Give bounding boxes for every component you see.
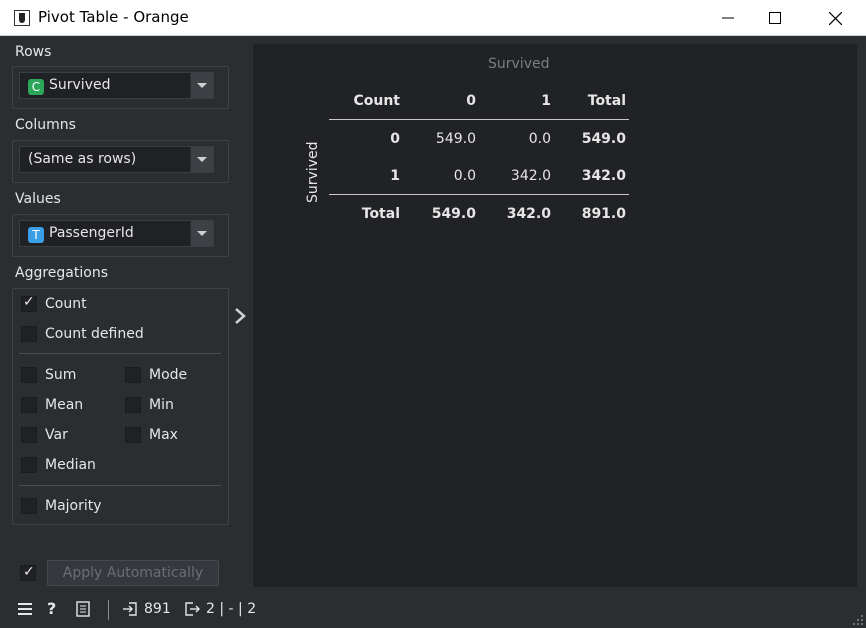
column-header: Total <box>587 93 626 109</box>
close-icon <box>828 11 842 25</box>
minimize-icon <box>722 17 734 19</box>
rows-box: C Survived <box>12 66 229 109</box>
output-icon <box>185 602 200 616</box>
aggregations-label: Aggregations <box>15 265 108 281</box>
title-bar: Pivot Table - Orange <box>0 0 866 36</box>
mean-checkbox[interactable]: Mean <box>21 395 83 415</box>
status-bar: ? 891 2 | - | 2 <box>0 596 866 628</box>
input-summary: 891 <box>122 601 171 617</box>
input-count: 891 <box>144 601 171 617</box>
maximize-button[interactable] <box>752 0 798 36</box>
row-variable-header: Survived <box>305 141 321 203</box>
row-total-cell[interactable]: 342.0 <box>573 168 626 184</box>
corner-header: Count <box>353 93 400 109</box>
categorical-variable-icon: C <box>28 79 44 95</box>
sum-checkbox[interactable]: Sum <box>21 365 76 385</box>
divider <box>19 353 221 354</box>
count-defined-checkbox[interactable]: Count defined <box>21 324 144 344</box>
menu-icon[interactable] <box>17 601 33 617</box>
column-header: 0 <box>466 93 476 109</box>
columns-combo[interactable]: (Same as rows) <box>19 146 214 173</box>
columns-selected: (Same as rows) <box>28 151 137 167</box>
output-summary: 2 | - | 2 <box>184 601 256 617</box>
values-combo[interactable]: T PassengerId <box>19 220 214 247</box>
rows-combo[interactable]: C Survived <box>19 72 214 99</box>
total-row-label: Total <box>361 206 400 222</box>
var-checkbox[interactable]: Var <box>21 425 68 445</box>
columns-box: (Same as rows) <box>12 140 229 183</box>
grand-total-cell[interactable]: 891.0 <box>573 206 626 222</box>
output-counts: 2 | - | 2 <box>206 601 257 617</box>
values-label: Values <box>15 191 61 207</box>
chevron-down-icon[interactable] <box>190 221 213 246</box>
min-checkbox[interactable]: Min <box>125 395 174 415</box>
table-cell[interactable]: 549.0 <box>423 131 476 147</box>
median-checkbox[interactable]: Median <box>21 455 96 475</box>
columns-label: Columns <box>15 117 76 133</box>
values-box: T PassengerId <box>12 214 229 257</box>
apply-automatically-button[interactable]: Apply Automatically <box>47 560 219 586</box>
chevron-down-icon[interactable] <box>190 73 213 98</box>
chevron-down-icon[interactable] <box>190 147 213 172</box>
close-button[interactable] <box>812 0 858 36</box>
window-title: Pivot Table - Orange <box>38 8 189 26</box>
table-cell[interactable]: 0.0 <box>498 131 551 147</box>
max-checkbox[interactable]: Max <box>125 425 178 445</box>
row-total-cell[interactable]: 549.0 <box>573 131 626 147</box>
report-icon[interactable] <box>76 601 90 617</box>
divider <box>19 485 221 486</box>
count-checkbox[interactable]: Count <box>21 294 87 314</box>
text-variable-icon: T <box>28 227 44 243</box>
divider <box>108 600 109 620</box>
row-header-label: 0 <box>390 131 400 147</box>
minimize-button[interactable] <box>705 0 751 36</box>
row-header-label: 1 <box>390 168 400 184</box>
control-panel: Rows C Survived Columns (Same as rows) Va… <box>0 37 246 588</box>
header-divider <box>329 119 629 120</box>
pivot-table-area: Survived Survived Count 0 1 Total 0 549.… <box>253 44 857 587</box>
table-cell[interactable]: 0.0 <box>423 168 476 184</box>
maximize-icon <box>769 12 781 24</box>
majority-checkbox[interactable]: Majority <box>21 496 102 516</box>
input-icon <box>123 602 137 616</box>
table-cell[interactable]: 342.0 <box>498 168 551 184</box>
column-header: 1 <box>541 93 551 109</box>
checkbox-checked-icon[interactable] <box>21 294 37 312</box>
help-icon[interactable]: ? <box>47 599 56 618</box>
mode-checkbox[interactable]: Mode <box>125 365 187 385</box>
total-divider <box>329 194 629 195</box>
orange-app-icon <box>14 10 30 26</box>
column-variable-header: Survived <box>488 56 550 72</box>
apply-automatically-checkbox[interactable] <box>20 564 36 581</box>
resize-grip-icon[interactable] <box>852 614 864 626</box>
aggregations-box: Count Count defined Sum Mode Mean Min Va… <box>12 288 229 525</box>
values-selected: PassengerId <box>49 225 134 241</box>
rows-label: Rows <box>15 44 52 60</box>
total-cell[interactable]: 549.0 <box>423 206 476 222</box>
total-cell[interactable]: 342.0 <box>498 206 551 222</box>
chevron-right-icon[interactable] <box>233 306 247 326</box>
rows-selected: Survived <box>49 77 111 93</box>
